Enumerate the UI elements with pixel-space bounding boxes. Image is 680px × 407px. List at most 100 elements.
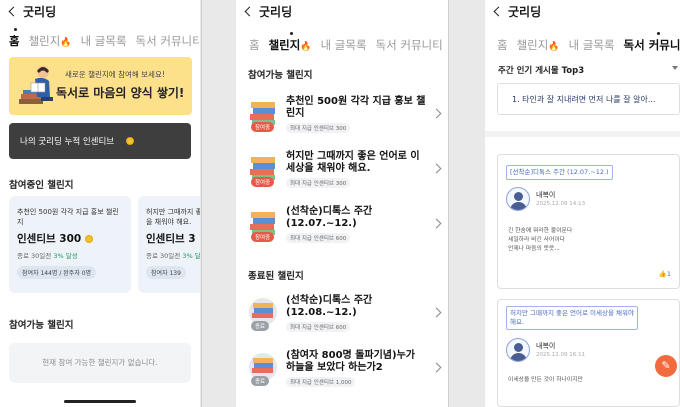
tab-my-posts[interactable]: 내 글목록 (569, 37, 615, 53)
incentive-label: 나의 굿리딩 누적 인센티브 (20, 137, 115, 147)
challenge-title: (선착순)디톡스 주간(12.08.~12.) (286, 295, 373, 318)
post-date: 2025.12.09 14:13 (536, 201, 586, 207)
chevron-down-icon[interactable] (672, 66, 678, 70)
write-post-button[interactable]: ✎ (655, 355, 677, 377)
post-author: 내복이 (536, 191, 556, 199)
challenge-card-status: 종료 30일전 (146, 252, 181, 260)
challenge-list-item[interactable]: 종료 (참여자 800명 돌파기념)누가 하늘을 보았다 하는가2 최대 지급 … (248, 350, 443, 394)
coin-icon (84, 235, 93, 243)
post-body: 긴 한숨에 뭐라한 불이문다 세일하라 비긴 사어이다 언제나 마음의 뜻뜻..… (508, 228, 573, 252)
banner-subtitle: 새로운 챌린지에 참여해 보세요! (65, 70, 165, 79)
available-section-title: 참여가능 챌린지 (9, 320, 74, 331)
coin-icon (126, 137, 135, 145)
app-title: 굿리딩 (23, 4, 57, 19)
challenge-list-item[interactable]: 참여중 허지만 그때까지 좋은 언어로 이세상을 채워야 해요. 최대 지급 인… (248, 151, 443, 195)
tab-community[interactable]: 독서 커뮤니티 (376, 37, 443, 53)
tab-home[interactable]: 홈 (9, 28, 20, 49)
incentive-summary-bar[interactable]: 나의 굿리딩 누적 인센티브 (9, 123, 191, 159)
tab-bar: 홈 챌린지🔥 내 글목록 독서 커뮤니티 (249, 32, 443, 53)
available-section-title: 참여가능 챌린지 (248, 70, 313, 81)
screen-challenge: 굿리딩 홈 챌린지🔥 내 글목록 독서 커뮤니티 참여가능 챌린지 참여중 추천… (236, 0, 448, 407)
app-title: 굿리딩 (259, 4, 293, 19)
challenge-card-title: 허지만 그때까지 좋은 언어로 이세상을 채워야 해요. (146, 208, 200, 226)
challenge-card[interactable]: 추천인 500원 각각 지급 홍보 챌린지 인센티브 300 종료 30일전 3… (9, 196, 131, 293)
chevron-right-icon (431, 108, 442, 119)
tab-my-posts[interactable]: 내 글목록 (321, 37, 367, 53)
tab-challenge[interactable]: 챌린지🔥 (517, 37, 560, 53)
section-divider (485, 131, 680, 137)
challenge-card-status: 종료 30일전 (17, 252, 52, 260)
challenge-reward: 최대 지급 인센티브 300 (286, 178, 351, 188)
challenge-title: (참여자 800명 돌파기념)누가 하늘을 보았다 하는가2 (286, 350, 415, 373)
top3-item[interactable]: 1. 타인과 잘 지내려면 먼저 나를 잘 알아... (497, 83, 680, 115)
challenge-card-incentive: 인센티브 300 (17, 233, 82, 245)
tab-home[interactable]: 홈 (249, 37, 260, 53)
chevron-right-icon (431, 218, 442, 229)
post-body: 이세상을 만든 것이 하나이지만 (508, 377, 583, 383)
post-challenge-tag[interactable]: [선착순]디톡스 주간 (12.07.~12.) (506, 165, 613, 180)
app-bar: 굿리딩 (493, 3, 541, 19)
empty-state-message: 현재 참여 가능한 챌린지가 없습니다. (9, 343, 191, 383)
tab-home[interactable]: 홈 (497, 37, 508, 53)
promo-banner[interactable]: 새로운 챌린지에 참여해 보세요! 독서로 마음의 양식 쌓기! (9, 57, 192, 115)
app-bar: 굿리딩 (8, 3, 56, 19)
community-post[interactable]: 허지만 그때까지 좋은 언어로 이세상을 채워야 해요. 내복이 2025.12… (497, 299, 680, 407)
screen-home: 굿리딩 홈 챌린지🔥 내 글목록 독서 커뮤니티 새로운 챌린지에 참여해 보세… (0, 0, 200, 407)
avatar (506, 338, 530, 362)
participating-badge: 참여중 (251, 232, 275, 242)
app-title: 굿리딩 (508, 4, 542, 19)
flame-icon: 🔥 (548, 42, 560, 52)
flame-icon: 🔥 (60, 38, 72, 48)
challenge-card[interactable]: 허지만 그때까지 좋은 언어로 이세상을 채워야 해요. 인센티브 3 종료 3… (138, 196, 200, 293)
community-post[interactable]: [선착순]디톡스 주간 (12.07.~12.) 내복이 2025.12.09 … (497, 154, 680, 289)
participating-badge: 참여중 (251, 177, 275, 187)
challenge-reward: 최대 지급 인센티브 1,000 (286, 377, 356, 387)
challenge-card-participants: 참여자 139 (146, 266, 186, 279)
challenge-title: 추천인 500원 각각 지급 홍보 챌린지 (286, 96, 426, 119)
challenge-list-item[interactable]: 종료 (선착순)디톡스 주간(12.08.~12.) 최대 지급 인센티브 60… (248, 295, 443, 339)
challenge-title: 허지만 그때까지 좋은 언어로 이세상을 채워야 해요. (286, 151, 420, 174)
challenge-reward: 최대 지급 인센티브 600 (286, 233, 351, 243)
challenge-list-item[interactable]: 참여중 (선착순)디톡스 주간(12.07.~12.) 최대 지급 인센티브 6… (248, 206, 443, 250)
screen-separator (201, 0, 202, 407)
challenge-title: (선착순)디톡스 주간(12.07.~12.) (286, 206, 373, 229)
challenge-card-incentive: 인센티브 3 (146, 233, 196, 245)
challenge-list-item[interactable]: 참여중 추천인 500원 각각 지급 홍보 챌린지 최대 지급 인센티브 300 (248, 96, 443, 140)
challenge-card-progress: 3% 달성 (182, 252, 200, 260)
post-author: 내복이 (536, 342, 556, 350)
ended-badge: 종료 (251, 376, 270, 386)
screen-community: 굿리딩 홈 챌린지🔥 내 글목록 독서 커뮤니티 주간 인기 게시물 Top3 … (485, 0, 680, 407)
flame-icon: 🔥 (300, 42, 312, 52)
back-arrow-icon[interactable] (244, 6, 255, 16)
back-arrow-icon[interactable] (493, 6, 504, 16)
app-bar: 굿리딩 (244, 3, 292, 19)
reading-person-illustration (19, 66, 53, 104)
challenge-card-title: 추천인 500원 각각 지급 홍보 챌린지 (17, 208, 119, 226)
weekly-top3-title: 주간 인기 게시물 Top3 (498, 66, 585, 76)
chevron-right-icon (431, 307, 442, 318)
chevron-right-icon (431, 163, 442, 174)
home-indicator (64, 400, 136, 403)
tab-challenge[interactable]: 챌린지🔥 (29, 33, 72, 49)
like-count[interactable]: 👍1 (659, 270, 671, 278)
challenge-card-participants: 참여자 144명 / 완주자 0명 (17, 266, 97, 279)
banner-title: 독서로 마음의 양식 쌓기! (56, 86, 185, 100)
post-challenge-tag[interactable]: 허지만 그때까지 좋은 언어로 이세상을 채워야 해요. (506, 306, 638, 330)
back-arrow-icon[interactable] (8, 6, 19, 16)
participating-badge: 참여중 (251, 122, 275, 132)
participating-section-title: 참여중인 챌린지 (9, 180, 74, 191)
tab-my-posts[interactable]: 내 글목록 (81, 33, 127, 49)
tab-community[interactable]: 독서 커뮤니티 (136, 33, 200, 49)
post-date: 2025.12.09 16:11 (536, 352, 586, 358)
tab-community[interactable]: 독서 커뮤니티 (624, 32, 680, 53)
avatar (506, 187, 530, 211)
screen-separator (448, 0, 449, 407)
tab-bar: 홈 챌린지🔥 내 글목록 독서 커뮤니티 (497, 32, 680, 53)
ended-section-title: 종료된 챌린지 (248, 271, 304, 282)
tab-challenge[interactable]: 챌린지🔥 (269, 32, 312, 53)
challenge-reward: 최대 지급 인센티브 300 (286, 123, 351, 133)
challenge-reward: 최대 지급 인센티브 600 (286, 322, 351, 332)
tab-bar: 홈 챌린지🔥 내 글목록 독서 커뮤니티 (9, 28, 200, 49)
challenge-card-progress: 3% 달성 (53, 252, 78, 260)
ended-badge: 종료 (251, 321, 270, 331)
